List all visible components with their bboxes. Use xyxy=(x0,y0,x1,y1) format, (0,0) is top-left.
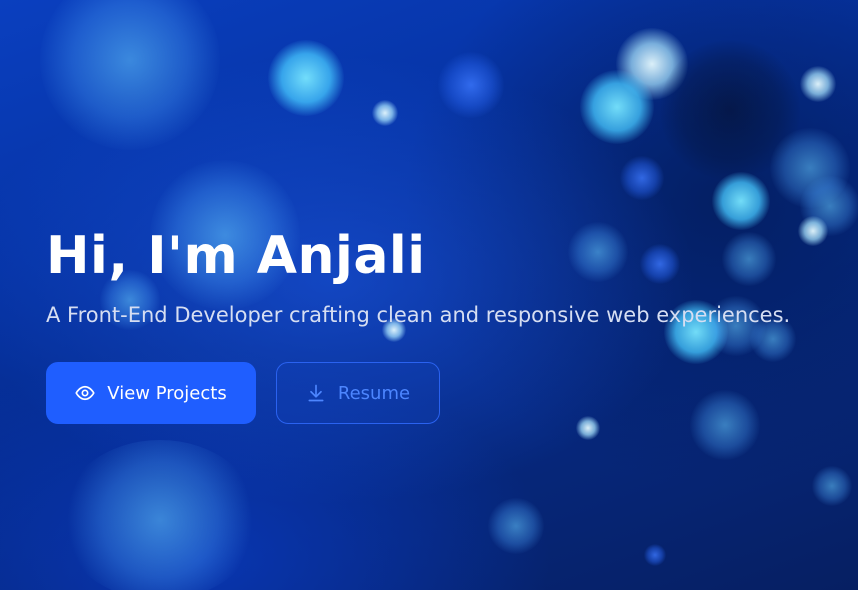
hero-subtitle: A Front-End Developer crafting clean and… xyxy=(46,303,791,327)
background-bokeh xyxy=(770,128,850,208)
background-bokeh xyxy=(812,466,852,506)
download-icon xyxy=(306,383,326,403)
background-bokeh xyxy=(616,28,688,100)
background-bokeh xyxy=(268,40,344,116)
background-bokeh xyxy=(644,544,666,566)
background-bokeh xyxy=(438,52,504,118)
background-bokeh xyxy=(488,498,544,554)
resume-button[interactable]: Resume xyxy=(276,362,440,424)
eye-icon xyxy=(75,383,95,403)
resume-label: Resume xyxy=(337,382,411,404)
background-bokeh xyxy=(800,66,836,102)
view-projects-button[interactable]: View Projects xyxy=(46,362,256,424)
background-bokeh xyxy=(620,156,664,200)
background-bokeh xyxy=(660,40,800,180)
background-bokeh xyxy=(60,440,260,590)
view-projects-label: View Projects xyxy=(107,382,227,404)
hero-content: Hi, I'm Anjali A Front-End Developer cra… xyxy=(46,220,846,424)
hero-section: Hi, I'm Anjali A Front-End Developer cra… xyxy=(0,0,858,590)
hero-title: Hi, I'm Anjali xyxy=(46,226,426,286)
background-bokeh xyxy=(40,0,220,150)
background-bokeh xyxy=(580,70,654,144)
hero-buttons: View Projects Resume xyxy=(46,362,846,424)
background-bokeh xyxy=(372,100,398,126)
